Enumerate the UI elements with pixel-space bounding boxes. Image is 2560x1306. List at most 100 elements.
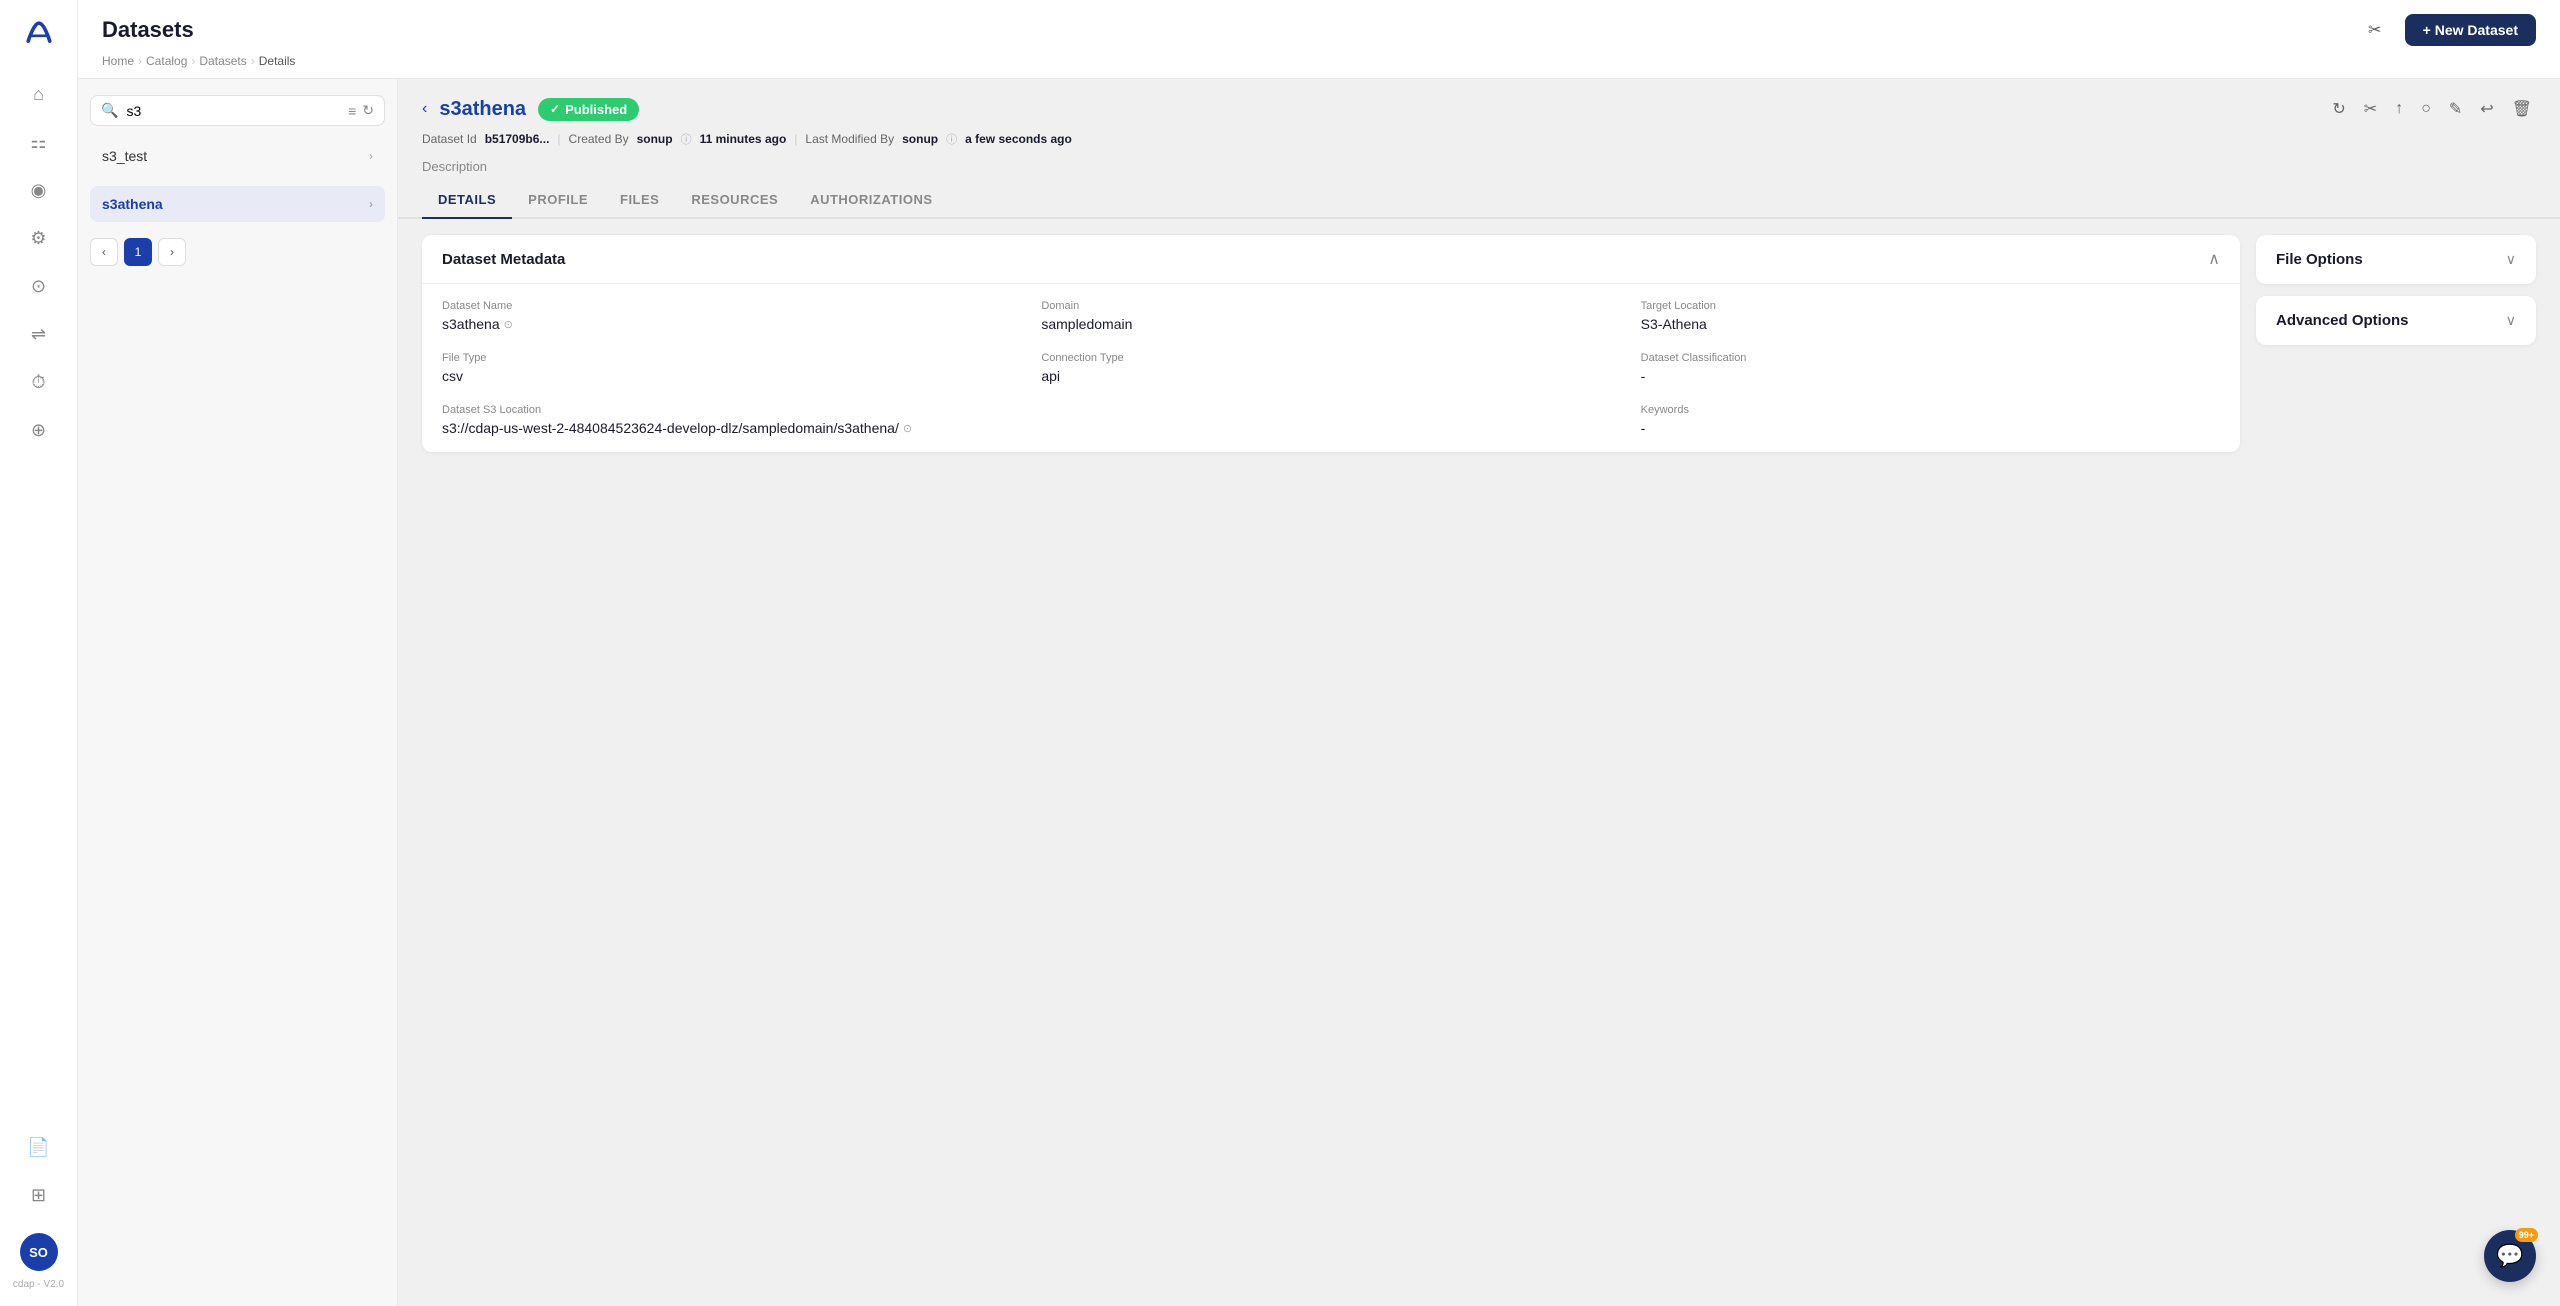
list-item-chevron: › xyxy=(369,197,373,211)
user-nav-icon[interactable]: ⊙ xyxy=(17,264,61,308)
filter-icon[interactable]: ≡ xyxy=(348,103,356,119)
advanced-options-card: Advanced Options ∨ xyxy=(2256,296,2536,345)
search-bar: 🔍 ≡ ↻ xyxy=(90,95,385,126)
undo-icon[interactable]: ↩ xyxy=(2476,95,2497,123)
breadcrumb-details: Details xyxy=(259,54,296,68)
storage-nav-icon[interactable]: ⊕ xyxy=(17,408,61,452)
circle-icon[interactable]: ○ xyxy=(2417,96,2435,122)
created-by-value: sonup xyxy=(637,132,673,146)
field-label: Dataset S3 Location xyxy=(442,404,1621,416)
grid-nav-icon[interactable]: ⊞ xyxy=(17,1173,61,1217)
group-nav-icon[interactable]: ◉ xyxy=(17,168,61,212)
home-nav-icon[interactable]: ⌂ xyxy=(17,72,61,116)
settings-nav-icon[interactable]: ⚙ xyxy=(17,216,61,260)
card-title: Dataset Metadata xyxy=(442,251,565,268)
field-label: Target Location xyxy=(1641,300,2220,312)
content-grid: Dataset Metadata ∧ Dataset Name s3athena… xyxy=(398,219,2560,1306)
tab-files[interactable]: FILES xyxy=(604,182,675,219)
card-body: Dataset Name s3athena ⊙ Domain sampledom… xyxy=(422,284,2240,452)
left-cards: Dataset Metadata ∧ Dataset Name s3athena… xyxy=(422,235,2240,1290)
tab-profile[interactable]: PROFILE xyxy=(512,182,604,219)
list-item-chevron: › xyxy=(369,149,373,163)
search-input[interactable] xyxy=(126,103,340,119)
doc-nav-icon[interactable]: 📄 xyxy=(17,1125,61,1169)
metadata-card: Dataset Metadata ∧ Dataset Name s3athena… xyxy=(422,235,2240,452)
field-label: Keywords xyxy=(1641,404,2220,416)
dataset-actions: ↻ ✂ ↑ ○ ✎ ↩ 🗑 xyxy=(2328,95,2536,123)
breadcrumb: Home › Catalog › Datasets › Details xyxy=(102,54,2536,78)
dataset-header: ‹ s3athena Published ↻ ✂ ↑ ○ ✎ ↩ 🗑 xyxy=(398,79,2560,123)
chat-badge: 99+ xyxy=(2515,1228,2538,1242)
created-by-label: Created By xyxy=(569,132,629,146)
delete-icon[interactable]: 🗑 xyxy=(2508,95,2536,123)
field-value: api xyxy=(1041,368,1620,384)
field-s3-location: Dataset S3 Location s3://cdap-us-west-2-… xyxy=(442,404,1621,436)
meta-row: Dataset Id b51709b6... | Created By sonu… xyxy=(398,123,2560,155)
next-page-button[interactable]: › xyxy=(158,238,186,266)
tab-details[interactable]: DETAILS xyxy=(422,182,512,219)
field-value: s3://cdap-us-west-2-484084523624-develop… xyxy=(442,420,1621,436)
filter-nav-icon[interactable]: ⚏ xyxy=(17,120,61,164)
new-dataset-button[interactable]: + New Dataset xyxy=(2405,14,2536,46)
tabs: DETAILS PROFILE FILES RESOURCES AUTHORIZ… xyxy=(398,182,2560,219)
modified-by-value: sonup xyxy=(902,132,938,146)
field-value: - xyxy=(1641,368,2220,384)
flow-nav-icon[interactable]: ⇌ xyxy=(17,312,61,356)
field-value: - xyxy=(1641,420,2220,436)
advanced-options-header[interactable]: Advanced Options ∨ xyxy=(2256,296,2536,345)
field-keywords: Keywords - xyxy=(1641,404,2220,436)
collapse-icon[interactable]: ∧ xyxy=(2208,249,2220,269)
field-domain: Domain sampledomain xyxy=(1041,300,1620,332)
dataset-id-label: Dataset Id xyxy=(422,132,477,146)
tab-resources[interactable]: RESOURCES xyxy=(675,182,794,219)
cut-icon[interactable]: ✂ xyxy=(2360,95,2381,123)
list-item-s3athena[interactable]: s3athena › xyxy=(90,186,385,222)
field-label: Connection Type xyxy=(1041,352,1620,364)
app-logo[interactable] xyxy=(17,12,61,56)
breadcrumb-home[interactable]: Home xyxy=(102,54,134,68)
list-item-s3test[interactable]: s3_test › xyxy=(90,138,385,174)
advanced-options-chevron: ∨ xyxy=(2506,312,2516,329)
page-title: Datasets xyxy=(102,17,194,43)
field-value: csv xyxy=(442,368,1021,384)
field-target-location: Target Location S3-Athena xyxy=(1641,300,2220,332)
pagination: ‹ 1 › xyxy=(90,234,385,270)
chat-icon: 💬 xyxy=(2496,1243,2523,1269)
refresh-icon[interactable]: ↻ xyxy=(2328,95,2349,123)
upload-icon[interactable]: ↑ xyxy=(2391,96,2407,122)
edit-icon[interactable]: ✎ xyxy=(2445,95,2466,123)
tab-authorizations[interactable]: AUTHORIZATIONS xyxy=(794,182,948,219)
field-value: s3athena ⊙ xyxy=(442,316,1021,332)
copy-icon[interactable]: ⊙ xyxy=(504,318,513,331)
field-label: Dataset Name xyxy=(442,300,1021,312)
advanced-options-title: Advanced Options xyxy=(2276,312,2409,329)
top-header: Datasets ✂ + New Dataset Home › Catalog … xyxy=(78,0,2560,79)
field-label: File Type xyxy=(442,352,1021,364)
user-avatar[interactable]: SO xyxy=(20,1233,58,1271)
file-options-chevron: ∨ xyxy=(2506,251,2516,268)
breadcrumb-catalog[interactable]: Catalog xyxy=(146,54,187,68)
card-header: Dataset Metadata ∧ xyxy=(422,235,2240,284)
wrench-button[interactable]: ✂ xyxy=(2357,12,2393,48)
history-nav-icon[interactable]: ⏱ xyxy=(17,360,61,404)
prev-page-button[interactable]: ‹ xyxy=(90,238,118,266)
search-actions: ≡ ↻ xyxy=(348,102,374,119)
status-badge: Published xyxy=(538,98,639,121)
breadcrumb-datasets[interactable]: Datasets xyxy=(199,54,246,68)
main-area: Datasets ✂ + New Dataset Home › Catalog … xyxy=(78,0,2560,1306)
page-1-button[interactable]: 1 xyxy=(124,238,152,266)
chat-button[interactable]: 💬 99+ xyxy=(2484,1230,2536,1282)
field-classification: Dataset Classification - xyxy=(1641,352,2220,384)
back-button[interactable]: ‹ xyxy=(422,100,427,118)
description-label: Description xyxy=(422,159,487,174)
created-info-icon: ⓘ xyxy=(681,131,692,147)
copy-s3-icon[interactable]: ⊙ xyxy=(903,422,912,435)
file-options-header[interactable]: File Options ∨ xyxy=(2256,235,2536,284)
created-time: 11 minutes ago xyxy=(700,132,787,146)
top-actions: ✂ + New Dataset xyxy=(2357,12,2536,48)
refresh-search-icon[interactable]: ↻ xyxy=(362,102,374,119)
dataset-title-row: ‹ s3athena Published xyxy=(422,98,639,121)
left-panel: 🔍 ≡ ↻ s3_test › s3athena › ‹ 1 › xyxy=(78,79,398,1306)
app-version: cdap - V2.0 xyxy=(13,1279,64,1290)
dataset-id-value: b51709b6... xyxy=(485,132,550,146)
